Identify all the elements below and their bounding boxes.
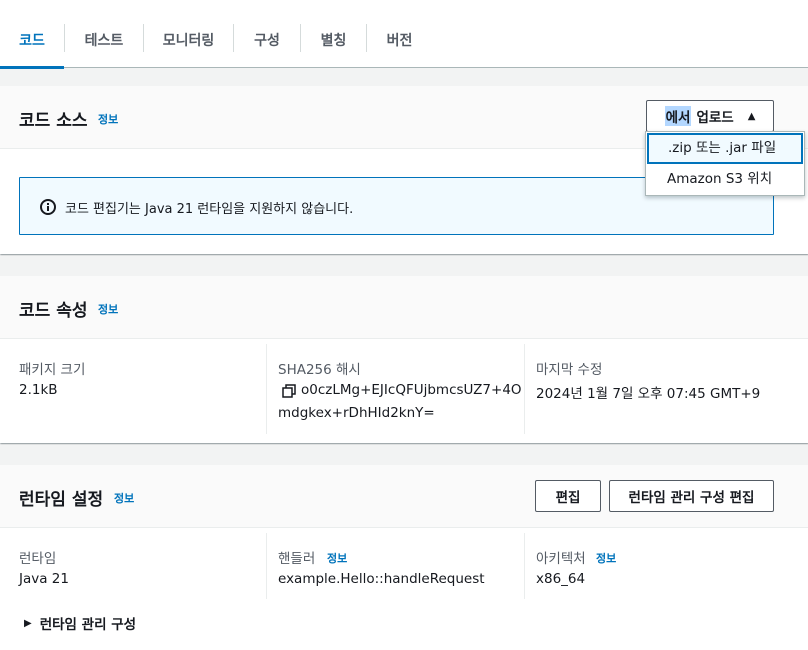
edit-button[interactable]: 편집 xyxy=(535,480,601,512)
architecture-info-link[interactable]: 정보 xyxy=(596,550,616,566)
info-link[interactable]: 정보 xyxy=(98,301,118,317)
tab-test[interactable]: 테스트 xyxy=(65,30,143,68)
tab-monitoring[interactable]: 모니터링 xyxy=(144,30,233,68)
handler-label: 핸들러 xyxy=(278,551,316,567)
sha256-value-line1: o0czLMg+EJIcQFUjbmcsUZ7+4O xyxy=(301,382,522,398)
info-link[interactable]: 정보 xyxy=(114,490,134,506)
runtime-settings-panel: 런타임 설정 정보 편집 런타임 관리 구성 편집 런타임 Java 21 핸들… xyxy=(0,465,808,650)
column-divider xyxy=(524,533,525,599)
runtime-management-expander[interactable]: ▶ 런타임 관리 구성 xyxy=(24,613,136,633)
panel-header: 코드 속성 정보 xyxy=(0,276,808,339)
section-title: 코드 속성 xyxy=(19,301,88,321)
column-divider xyxy=(266,344,267,434)
code-properties-panel: 코드 속성 정보 패키지 크기 2.1kB SHA256 해시 o0czLMg+… xyxy=(0,276,808,443)
tab-configuration[interactable]: 구성 xyxy=(234,30,300,68)
runtime-value: Java 21 xyxy=(19,571,69,587)
last-modified-label: 마지막 수정 xyxy=(536,362,603,378)
upload-zip-option[interactable]: .zip 또는 .jar 파일 xyxy=(647,133,803,164)
page-title: 코드 소스 xyxy=(19,111,88,131)
upload-dropdown-menu: .zip 또는 .jar 파일 Amazon S3 위치 xyxy=(645,131,805,196)
upload-s3-option[interactable]: Amazon S3 위치 xyxy=(646,165,804,196)
upload-highlight: 에서 xyxy=(664,106,692,126)
panel-header: 런타임 설정 정보 편집 런타임 관리 구성 편집 xyxy=(0,465,808,528)
last-modified-value: 2024년 1월 7일 오후 07:45 GMT+9 xyxy=(536,386,761,402)
copy-icon[interactable] xyxy=(282,384,296,398)
expander-label: 런타임 관리 구성 xyxy=(39,617,137,633)
handler-info-link[interactable]: 정보 xyxy=(327,550,347,566)
tab-code[interactable]: 코드 xyxy=(0,30,64,69)
package-size-label: 패키지 크기 xyxy=(19,362,86,378)
column-divider xyxy=(266,533,267,599)
caret-up-icon: ▲ xyxy=(747,110,756,122)
architecture-label: 아키텍처 xyxy=(536,551,586,567)
sha256-label: SHA256 해시 xyxy=(278,362,361,378)
tab-bar: 코드 테스트 모니터링 구성 별칭 버전 xyxy=(0,0,808,69)
column-divider xyxy=(524,344,525,434)
runtime-label: 런타임 xyxy=(19,551,57,567)
tab-versions[interactable]: 버전 xyxy=(367,30,432,68)
edit-runtime-management-button[interactable]: 런타임 관리 구성 편집 xyxy=(609,480,774,512)
architecture-value: x86_64 xyxy=(536,571,586,587)
upload-from-button[interactable]: 에서 업로드 ▲ xyxy=(646,100,774,132)
sha256-value-line2: mdgkex+rDhHId2knY= xyxy=(278,405,435,421)
info-link[interactable]: 정보 xyxy=(98,111,118,127)
caret-right-icon: ▶ xyxy=(24,617,32,629)
alert-message: 코드 편집기는 Java 21 런타임을 지원하지 않습니다. xyxy=(65,202,354,217)
upload-label: 업로드 xyxy=(696,110,734,126)
package-size-value: 2.1kB xyxy=(19,382,58,398)
tab-aliases[interactable]: 별칭 xyxy=(301,30,366,68)
handler-value: example.Hello::handleRequest xyxy=(278,571,485,587)
section-title: 런타임 설정 xyxy=(19,490,104,510)
info-icon xyxy=(40,199,56,215)
